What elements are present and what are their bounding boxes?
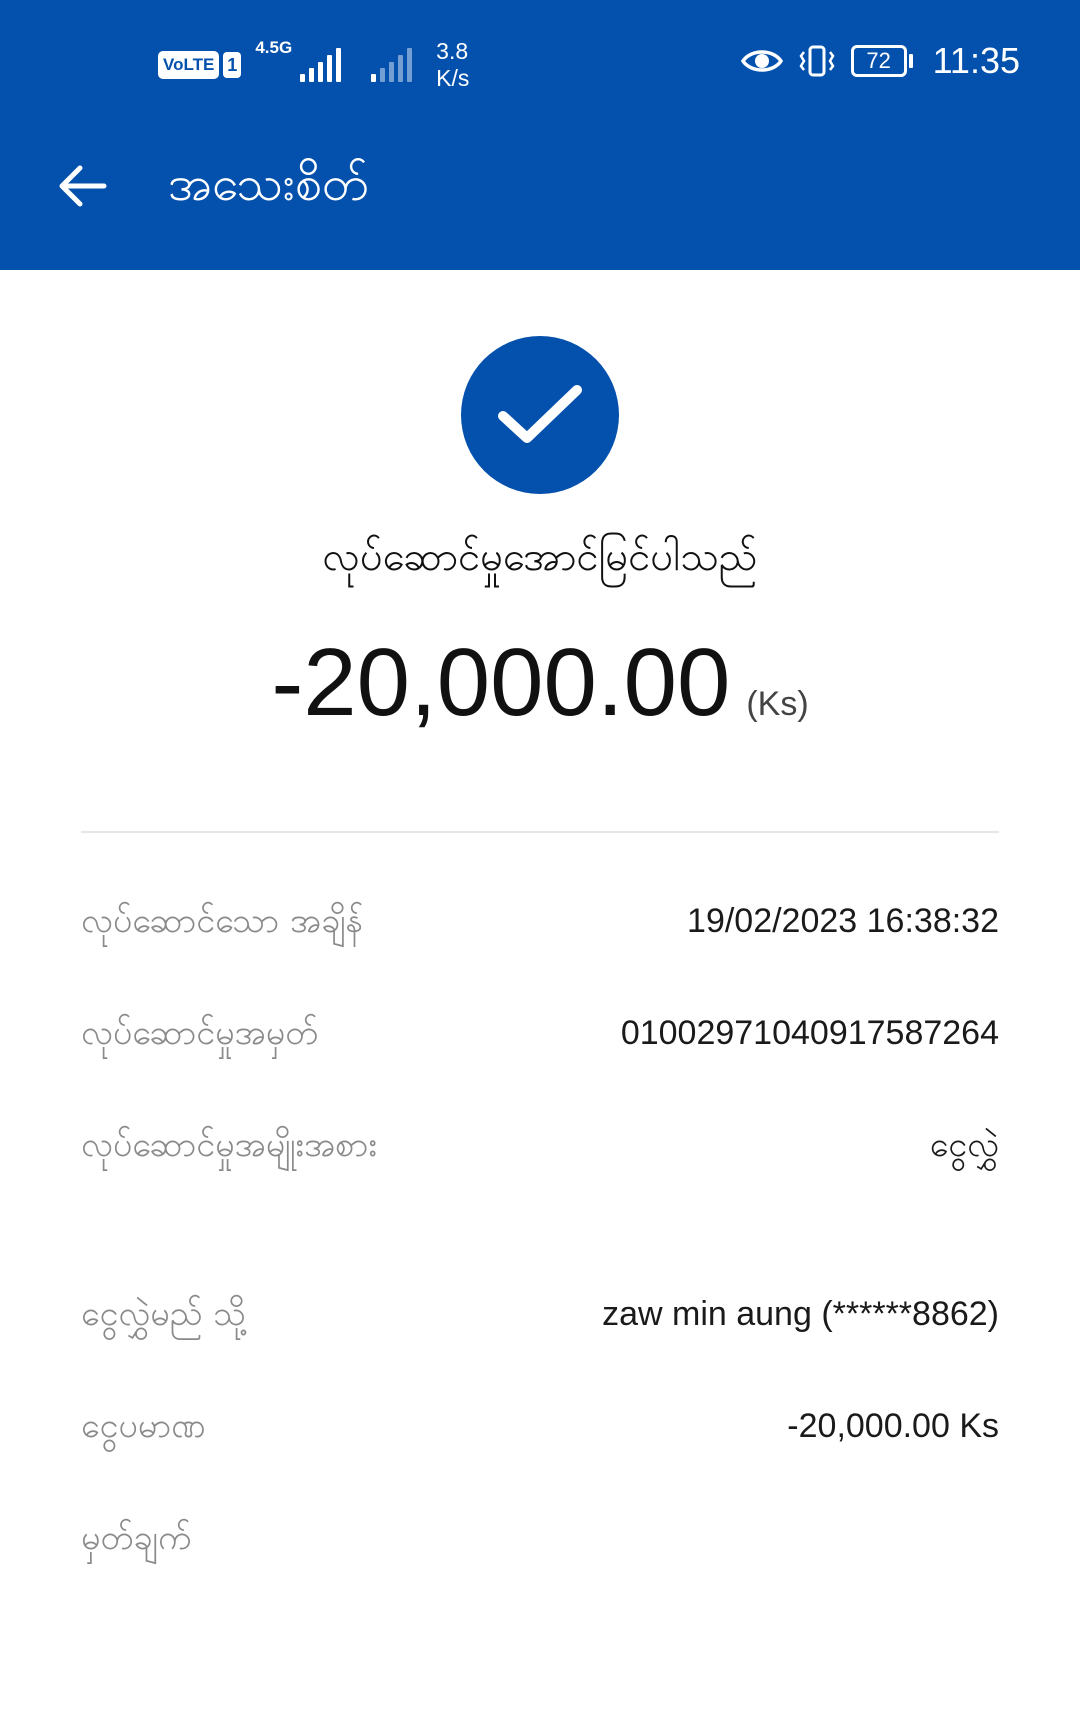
detail-value: -20,000.00 Ks — [787, 1407, 999, 1445]
toolbar: အသေးစိတ် — [0, 130, 1080, 240]
detail-value: 19/02/2023 16:38:32 — [687, 902, 999, 940]
back-button[interactable] — [50, 158, 114, 214]
vibrate-icon — [799, 45, 835, 77]
detail-label: မှတ်ချက် — [81, 1518, 192, 1558]
arrow-left-icon — [59, 165, 107, 207]
battery-level: 72 — [850, 45, 907, 77]
success-icon — [461, 336, 619, 494]
network-speed-unit: K/s — [436, 65, 470, 91]
detail-label: ငွေပမာဏ — [81, 1406, 206, 1446]
detail-label: ငွေလွှဲမည် သို့ — [81, 1294, 247, 1334]
sim-icon: 1 — [223, 52, 242, 78]
status-bar-right: 72 11:35 — [740, 40, 1020, 82]
status-bar: VoLTE 1 4.5G 3.8 K/s 72 11:35 — [0, 0, 1080, 120]
detail-label: လုပ်ဆောင်မှုအမျိုးအစား — [81, 1125, 378, 1165]
detail-label: လုပ်ဆောင်မှုအမှတ် — [81, 1013, 319, 1053]
transaction-amount: -20,000.00 — [271, 629, 731, 736]
network-type: 4.5G — [255, 38, 293, 57]
status-time: 11:35 — [932, 40, 1020, 81]
volte-icon: VoLTE — [158, 51, 220, 79]
amount-display: -20,000.00 (Ks) — [0, 628, 1080, 738]
volte-indicator: VoLTE 1 — [158, 51, 242, 79]
detail-value: 01002971040917587264 — [620, 1014, 999, 1052]
battery-icon: 72 — [850, 45, 913, 77]
signal-strength-sim2-icon — [371, 48, 413, 82]
detail-label: လုပ်ဆောင်သော အချိန် — [81, 901, 364, 941]
app-header: VoLTE 1 4.5G 3.8 K/s 72 11:35 အသေးစိတ် — [0, 0, 1080, 270]
signal-strength-icon — [300, 48, 342, 82]
detail-value: zaw min aung (******8862) — [602, 1295, 999, 1333]
transaction-status: လုပ်ဆောင်မှုအောင်မြင်ပါသည် — [322, 534, 758, 580]
divider — [81, 831, 999, 833]
network-speed-value: 3.8 — [436, 38, 469, 64]
page-title: အသေးစိတ် — [168, 156, 369, 212]
eye-icon — [740, 50, 783, 72]
currency-label: (Ks) — [746, 685, 809, 723]
network-speed: 3.8 K/s — [436, 38, 469, 92]
check-icon — [498, 385, 582, 443]
detail-value: ငွေလွှဲ — [929, 1125, 999, 1165]
status-bar-left: VoLTE 1 4.5G 3.8 K/s — [158, 38, 469, 92]
